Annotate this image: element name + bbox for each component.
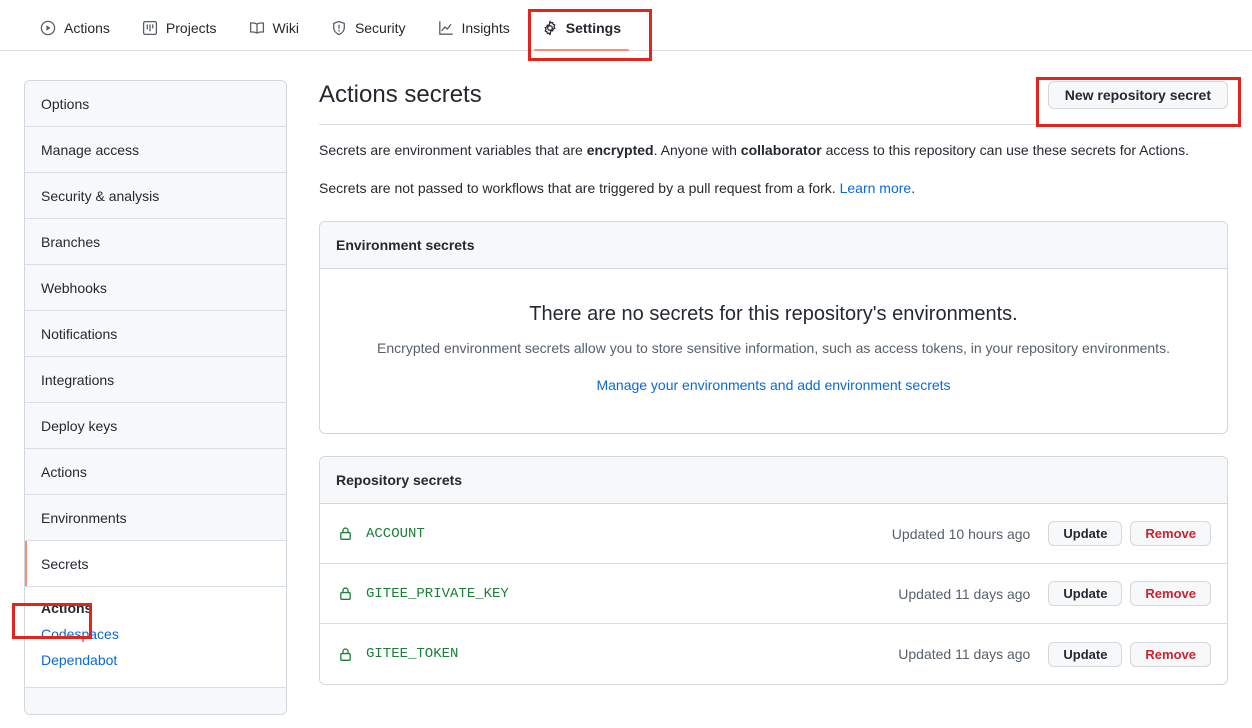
sidebar-item-label: Manage access bbox=[41, 142, 139, 158]
sidebar-item-deploy-keys[interactable]: Deploy keys bbox=[25, 403, 286, 449]
desc1-part2: . Anyone with bbox=[654, 142, 741, 158]
remove-button[interactable]: Remove bbox=[1130, 581, 1211, 606]
shield-icon bbox=[331, 20, 347, 36]
gear-icon bbox=[542, 20, 558, 36]
secret-updated: Updated 11 days ago bbox=[898, 586, 1030, 602]
desc2-suffix: . bbox=[911, 180, 915, 196]
environment-secrets-empty-text: Encrypted environment secrets allow you … bbox=[336, 338, 1211, 359]
sidebar-item-actions[interactable]: Actions bbox=[25, 449, 286, 495]
learn-more-link[interactable]: Learn more bbox=[840, 180, 912, 196]
table-row: GITEE_TOKEN Updated 11 days ago Update R… bbox=[320, 624, 1227, 684]
main-content: Actions secrets New repository secret Se… bbox=[319, 80, 1228, 715]
main-header: Actions secrets New repository secret bbox=[319, 80, 1228, 125]
sidebar-item-label: Actions bbox=[41, 464, 87, 480]
sidebar-subitem-codespaces[interactable]: Codespaces bbox=[41, 621, 270, 647]
secrets-description-1: Secrets are environment variables that a… bbox=[319, 140, 1228, 161]
update-button[interactable]: Update bbox=[1048, 581, 1122, 606]
update-button[interactable]: Update bbox=[1048, 521, 1122, 546]
repo-nav: Actions Projects Wiki Security bbox=[0, 0, 1252, 51]
sidebar-item-notifications[interactable]: Notifications bbox=[25, 311, 286, 357]
sidebar-item-integrations[interactable]: Integrations bbox=[25, 357, 286, 403]
sidebar-item-label: Security & analysis bbox=[41, 188, 159, 204]
repository-secrets-header: Repository secrets bbox=[320, 457, 1227, 504]
sidebar-subitem-label: Dependabot bbox=[41, 652, 117, 668]
tab-projects[interactable]: Projects bbox=[126, 5, 233, 50]
sidebar-item-manage-access[interactable]: Manage access bbox=[25, 127, 286, 173]
lock-icon bbox=[336, 585, 354, 603]
sidebar-item-branches[interactable]: Branches bbox=[25, 219, 286, 265]
page-title: Actions secrets bbox=[319, 80, 482, 110]
secret-updated: Updated 11 days ago bbox=[898, 646, 1030, 662]
remove-button[interactable]: Remove bbox=[1130, 521, 1211, 546]
sidebar-item-label: Deploy keys bbox=[41, 418, 117, 434]
secret-name: GITEE_PRIVATE_KEY bbox=[366, 586, 898, 602]
sidebar-item-environments[interactable]: Environments bbox=[25, 495, 286, 541]
graph-icon bbox=[438, 20, 454, 36]
sidebar-item-label: Environments bbox=[41, 510, 127, 526]
sidebar-item-security-analysis[interactable]: Security & analysis bbox=[25, 173, 286, 219]
row-actions: Update Remove bbox=[1048, 642, 1211, 667]
sidebar-subitem-actions[interactable]: Actions bbox=[41, 595, 270, 621]
desc1-part1: Secrets are environment variables that a… bbox=[319, 142, 587, 158]
sidebar-subitem-dependabot[interactable]: Dependabot bbox=[41, 647, 270, 673]
tab-settings-label: Settings bbox=[566, 20, 621, 36]
update-button[interactable]: Update bbox=[1048, 642, 1122, 667]
remove-button[interactable]: Remove bbox=[1130, 642, 1211, 667]
manage-environments-link[interactable]: Manage your environments and add environ… bbox=[596, 377, 950, 393]
row-actions: Update Remove bbox=[1048, 581, 1211, 606]
project-board-icon bbox=[142, 20, 158, 36]
tab-wiki[interactable]: Wiki bbox=[233, 5, 315, 50]
desc2-text: Secrets are not passed to workflows that… bbox=[319, 180, 840, 196]
tab-security[interactable]: Security bbox=[315, 5, 422, 50]
lock-icon bbox=[336, 645, 354, 663]
settings-sidebar: Options Manage access Security & analysi… bbox=[24, 80, 287, 715]
book-icon bbox=[249, 20, 265, 36]
environment-secrets-blankslate: There are no secrets for this repository… bbox=[320, 269, 1227, 433]
tab-insights-label: Insights bbox=[462, 20, 510, 36]
tab-actions-label: Actions bbox=[64, 20, 110, 36]
sidebar-tail bbox=[25, 688, 286, 714]
page-body: Options Manage access Security & analysi… bbox=[0, 51, 1252, 715]
tab-settings[interactable]: Settings bbox=[526, 5, 637, 50]
sidebar-secrets-submenu: Actions Codespaces Dependabot bbox=[25, 587, 286, 688]
tab-security-label: Security bbox=[355, 20, 406, 36]
desc1-part3: access to this repository can use these … bbox=[822, 142, 1189, 158]
lock-icon bbox=[336, 525, 354, 543]
sidebar-item-secrets[interactable]: Secrets bbox=[25, 541, 286, 587]
sidebar-item-label: Webhooks bbox=[41, 280, 107, 296]
repository-secrets-box: Repository secrets ACCOUNT Updated 10 ho… bbox=[319, 456, 1228, 685]
secret-name: GITEE_TOKEN bbox=[366, 646, 898, 662]
sidebar-item-label: Integrations bbox=[41, 372, 114, 388]
row-actions: Update Remove bbox=[1048, 521, 1211, 546]
sidebar-subitem-label: Actions bbox=[41, 600, 92, 616]
sidebar-item-options[interactable]: Options bbox=[25, 81, 286, 127]
environment-secrets-box: Environment secrets There are no secrets… bbox=[319, 221, 1228, 434]
sidebar-item-label: Notifications bbox=[41, 326, 117, 342]
tab-insights[interactable]: Insights bbox=[422, 5, 526, 50]
tab-wiki-label: Wiki bbox=[273, 20, 299, 36]
sidebar-item-webhooks[interactable]: Webhooks bbox=[25, 265, 286, 311]
sidebar-item-label: Branches bbox=[41, 234, 100, 250]
desc1-bold-encrypted: encrypted bbox=[587, 142, 654, 158]
secret-updated: Updated 10 hours ago bbox=[892, 526, 1031, 542]
tab-projects-label: Projects bbox=[166, 20, 217, 36]
environment-secrets-empty-title: There are no secrets for this repository… bbox=[336, 303, 1211, 326]
tab-actions[interactable]: Actions bbox=[24, 5, 126, 50]
secret-name: ACCOUNT bbox=[366, 526, 892, 542]
new-repository-secret-button[interactable]: New repository secret bbox=[1048, 81, 1228, 109]
environment-secrets-header: Environment secrets bbox=[320, 222, 1227, 269]
play-circle-icon bbox=[40, 20, 56, 36]
desc1-bold-collaborator: collaborator bbox=[741, 142, 822, 158]
sidebar-item-label: Secrets bbox=[41, 556, 88, 572]
secrets-description-2: Secrets are not passed to workflows that… bbox=[319, 178, 1228, 199]
sidebar-subitem-label: Codespaces bbox=[41, 626, 119, 642]
sidebar-item-label: Options bbox=[41, 96, 89, 112]
table-row: ACCOUNT Updated 10 hours ago Update Remo… bbox=[320, 504, 1227, 564]
table-row: GITEE_PRIVATE_KEY Updated 11 days ago Up… bbox=[320, 564, 1227, 624]
